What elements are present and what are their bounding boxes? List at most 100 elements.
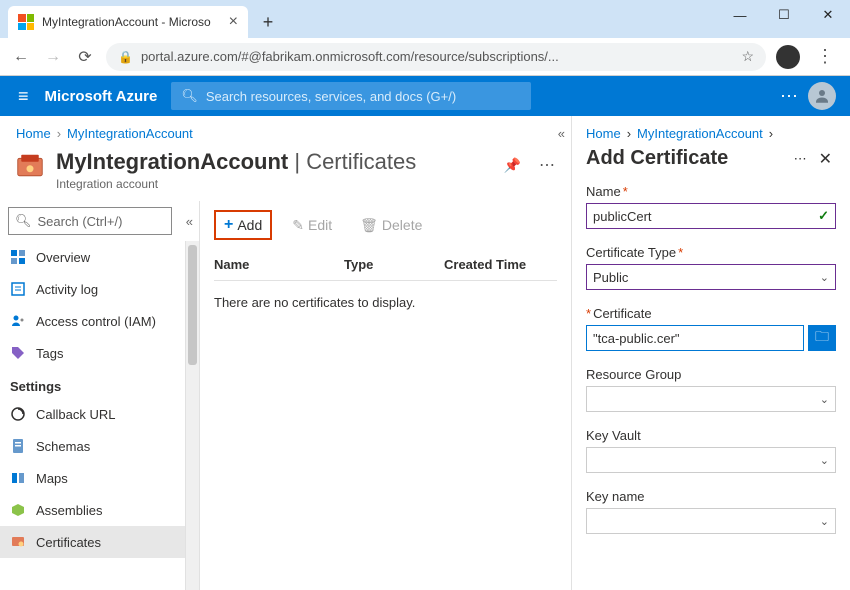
certificates-icon xyxy=(10,534,26,550)
delete-icon: 🗑 xyxy=(360,217,378,234)
breadcrumb-home[interactable]: Home xyxy=(16,126,51,141)
name-label: Name xyxy=(586,184,621,199)
assemblies-icon xyxy=(10,502,26,518)
resource-menu: 🔍︎ Search (Ctrl+/) « Overview xyxy=(0,201,200,590)
kv-label: Key Vault xyxy=(586,428,641,443)
browser-menu-button[interactable]: ⋮ xyxy=(810,46,840,67)
menu-section-settings: Settings xyxy=(0,369,185,398)
add-button[interactable]: + Add xyxy=(214,210,272,240)
cert-file-label: Certificate xyxy=(593,306,652,321)
edit-button: ✎ Edit xyxy=(284,213,340,238)
breadcrumb: Home › MyIntegrationAccount xyxy=(0,116,571,145)
callback-icon xyxy=(10,406,26,422)
address-bar: ← → ⟳ 🔒 portal.azure.com/#@fabrikam.onmi… xyxy=(0,38,850,76)
col-created[interactable]: Created Time xyxy=(444,257,557,272)
menu-item-schemas[interactable]: Schemas xyxy=(0,430,185,462)
panel-title: Add Certificate xyxy=(586,147,786,170)
cert-type-label: Certificate Type xyxy=(586,245,676,260)
lock-icon: 🔒 xyxy=(118,50,133,64)
command-bar: + Add ✎ Edit 🗑 Delete xyxy=(214,207,557,243)
menu-item-assemblies[interactable]: Assemblies xyxy=(0,494,185,526)
panel-bc-item[interactable]: MyIntegrationAccount xyxy=(637,126,763,141)
maps-icon xyxy=(10,470,26,486)
profile-button[interactable] xyxy=(776,45,800,69)
chevron-right-icon: › xyxy=(57,126,61,141)
plus-icon: + xyxy=(224,216,233,234)
col-type[interactable]: Type xyxy=(344,257,444,272)
menu-item-callback-url[interactable]: Callback URL xyxy=(0,398,185,430)
page-header: MyIntegrationAccount | Certificates Inte… xyxy=(0,145,571,201)
header-more-icon[interactable]: ⋯ xyxy=(780,86,798,107)
url-field[interactable]: 🔒 portal.azure.com/#@fabrikam.onmicrosof… xyxy=(106,43,766,71)
iam-icon xyxy=(10,313,26,329)
pin-icon[interactable]: 📌 xyxy=(504,157,521,174)
browse-file-button[interactable]: 🗀 xyxy=(808,325,836,351)
chevron-down-icon: ⌄ xyxy=(820,393,829,406)
breadcrumb-item[interactable]: MyIntegrationAccount xyxy=(67,126,193,141)
url-text: portal.azure.com/#@fabrikam.onmicrosoft.… xyxy=(141,49,733,64)
global-search[interactable]: 🔍︎ Search resources, services, and docs … xyxy=(171,82,531,110)
search-icon: 🔍︎ xyxy=(181,88,198,104)
delete-button: 🗑 Delete xyxy=(352,213,430,238)
folder-icon: 🗀 xyxy=(815,326,829,350)
menu-scrollbar[interactable] xyxy=(185,241,199,590)
menu-item-iam[interactable]: Access control (IAM) xyxy=(0,305,185,337)
chevron-down-icon: ⌄ xyxy=(820,454,829,467)
panel-breadcrumb: Home › MyIntegrationAccount › xyxy=(572,116,850,143)
menu-item-overview[interactable]: Overview xyxy=(0,241,185,273)
main-column: Home › MyIntegrationAccount « MyIntegrat… xyxy=(0,116,572,590)
bookmark-icon[interactable]: ☆ xyxy=(741,48,754,65)
menu-item-tags[interactable]: Tags xyxy=(0,337,185,369)
key-name-select[interactable]: ⌄ xyxy=(586,508,836,534)
account-avatar[interactable] xyxy=(808,82,836,110)
content-area: Home › MyIntegrationAccount « MyIntegrat… xyxy=(0,116,850,590)
azure-header: ≡ Microsoft Azure 🔍︎ Search resources, s… xyxy=(0,76,850,116)
key-vault-select[interactable]: ⌄ xyxy=(586,447,836,473)
more-actions-icon[interactable]: ⋯ xyxy=(539,155,555,175)
forward-button[interactable]: → xyxy=(42,48,64,66)
menu-list: Overview Activity log Acce xyxy=(0,241,185,590)
tab-close-icon[interactable]: × xyxy=(229,13,238,31)
minimize-button[interactable]: ― xyxy=(718,0,762,30)
add-certificate-panel: Home › MyIntegrationAccount › Add Certif… xyxy=(572,116,850,590)
panel-bc-home[interactable]: Home xyxy=(586,126,621,141)
tags-icon xyxy=(10,345,26,361)
portal-menu-button[interactable]: ≡ xyxy=(8,86,39,107)
back-button[interactable]: ← xyxy=(10,48,32,66)
schemas-icon xyxy=(10,438,26,454)
menu-item-certificates[interactable]: Certificates xyxy=(0,526,185,558)
tab-title: MyIntegrationAccount - Microso xyxy=(42,15,223,29)
resource-type: Integration account xyxy=(56,177,484,191)
search-icon: 🔍︎ xyxy=(15,213,32,229)
overview-icon xyxy=(10,249,26,265)
collapse-menu-icon[interactable]: « xyxy=(180,214,199,229)
chevron-down-icon: ⌄ xyxy=(820,515,829,528)
name-input[interactable]: publicCert ✓ xyxy=(586,203,836,229)
cert-file-input[interactable]: "tca-public.cer" xyxy=(586,325,804,351)
new-tab-button[interactable]: + xyxy=(254,8,282,36)
cert-type-select[interactable]: Public ⌄ xyxy=(586,264,836,290)
rg-label: Resource Group xyxy=(586,367,681,382)
panel-more-icon[interactable]: ⋯ xyxy=(786,151,815,167)
col-name[interactable]: Name xyxy=(214,257,344,272)
resource-group-select[interactable]: ⌄ xyxy=(586,386,836,412)
collapse-blade-icon[interactable]: « xyxy=(558,126,565,141)
search-placeholder: Search resources, services, and docs (G+… xyxy=(206,89,456,104)
chevron-down-icon: ⌄ xyxy=(820,271,829,284)
close-window-button[interactable]: ✕ xyxy=(806,0,850,30)
empty-message: There are no certificates to display. xyxy=(214,281,557,324)
browser-tab[interactable]: MyIntegrationAccount - Microso × xyxy=(8,6,248,38)
reload-button[interactable]: ⟳ xyxy=(74,47,96,67)
menu-search[interactable]: 🔍︎ Search (Ctrl+/) xyxy=(8,207,172,235)
brand-label[interactable]: Microsoft Azure xyxy=(39,88,172,105)
maximize-button[interactable]: ☐ xyxy=(762,0,806,30)
chevron-right-icon: › xyxy=(627,126,631,141)
chevron-right-icon: › xyxy=(769,126,773,141)
page-title: MyIntegrationAccount | Certificates xyxy=(56,149,484,175)
panel-close-button[interactable]: ✕ xyxy=(815,149,836,169)
ms-favicon-icon xyxy=(18,14,34,30)
menu-item-activity-log[interactable]: Activity log xyxy=(0,273,185,305)
menu-item-maps[interactable]: Maps xyxy=(0,462,185,494)
check-icon: ✓ xyxy=(818,208,829,224)
window-controls: ― ☐ ✕ xyxy=(718,0,850,30)
